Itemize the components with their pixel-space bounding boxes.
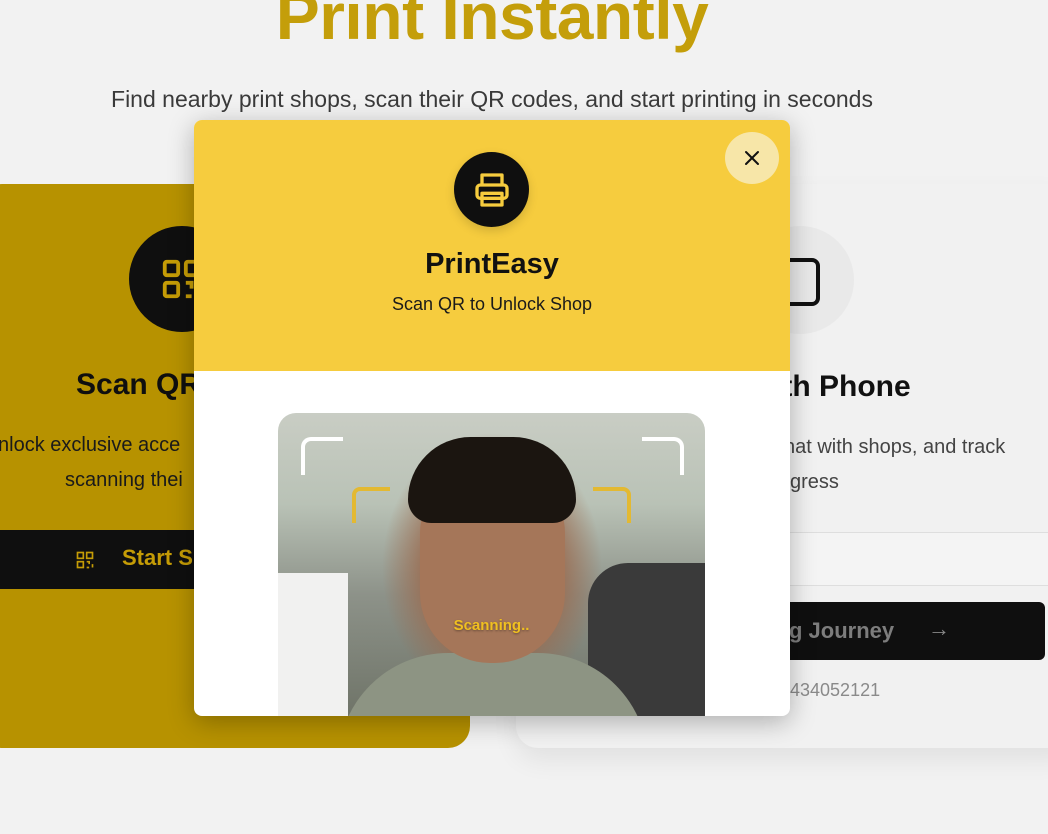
scan-corner-top-right [593,487,631,523]
hero-title: Print Instantly [275,0,709,53]
frame-corner-top-left [301,437,343,475]
scan-modal: PrintEasy Scan QR to Unlock Shop Scannin… [194,120,790,716]
start-scanning-label: Start S [122,545,193,570]
close-button[interactable] [725,132,779,184]
scan-qr-description-2: scanning thei [65,469,183,491]
modal-tagline: Scan QR to Unlock Shop [391,294,593,314]
camera-window-area [278,573,348,716]
camera-person-hair [408,437,576,523]
close-icon [745,151,759,165]
printer-icon [454,152,529,227]
camera-preview: Scanning.. [278,413,705,716]
phone-card-description-2: gress [790,471,839,493]
scan-qr-description: nlock exclusive acce [0,434,181,456]
scan-corner-top-left [352,487,390,523]
phone-number-text: 434052121 [790,680,881,700]
scan-qr-title: Scan QR [76,368,202,401]
brand-name: PrintEasy [425,248,559,280]
scanning-status: Scanning.. [453,617,530,634]
arrow-right-icon: → [928,616,950,641]
phone-card-description: hat with shops, and track [784,436,1006,458]
qr-mini-icon [75,550,95,575]
hero-subtitle: Find nearby print shops, scan their QR c… [111,86,873,112]
phone-card-title: ith Phone [774,370,911,403]
modal-header: PrintEasy Scan QR to Unlock Shop [194,120,790,371]
frame-corner-top-right [642,437,684,475]
start-journey-label: g Journey [789,618,895,643]
